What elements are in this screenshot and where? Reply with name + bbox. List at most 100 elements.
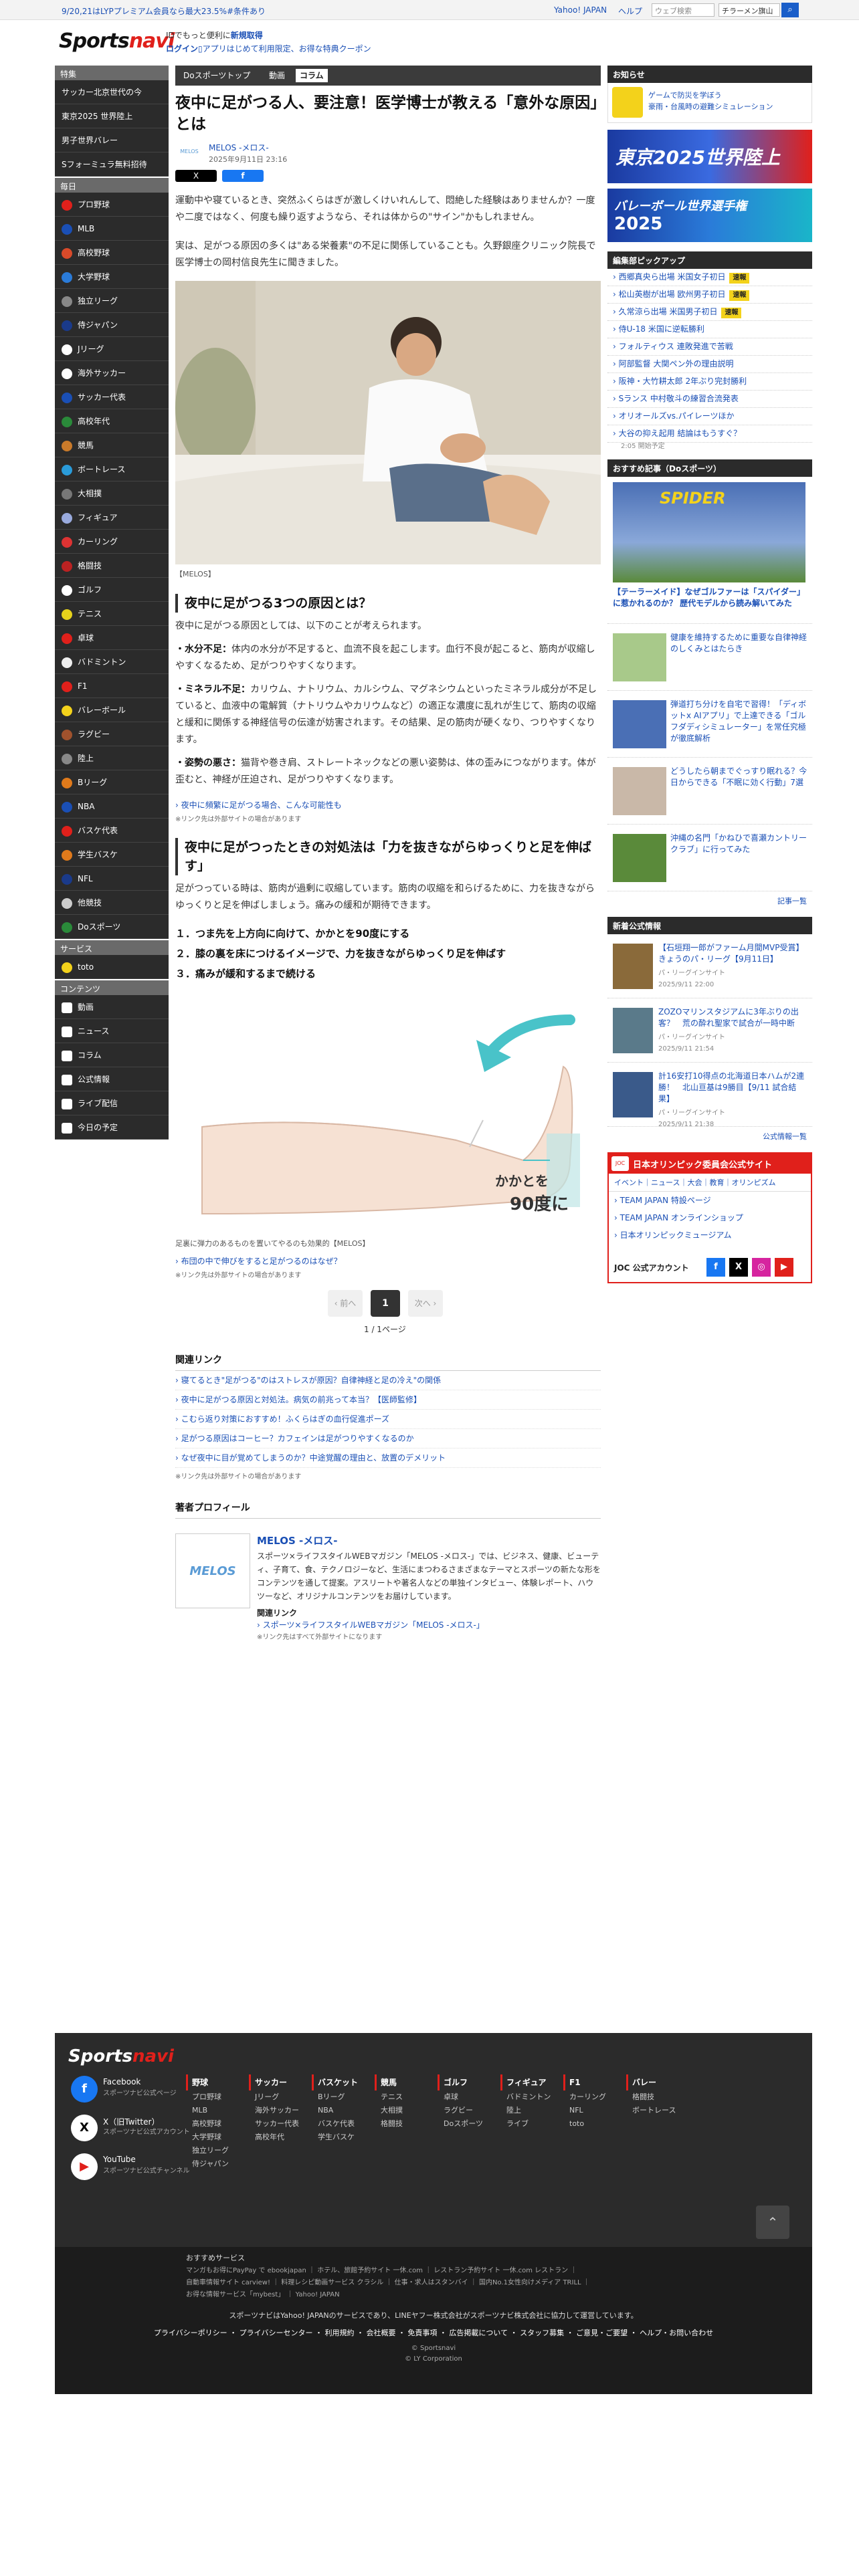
- recommend-item[interactable]: 沖縄の名門「かねひで喜瀬カントリークラブ」に行ってみた: [607, 825, 812, 891]
- pickup-item[interactable]: › フォルティウス 連敗発進で苦戦: [607, 338, 812, 356]
- web-search-input[interactable]: ウェブ検索: [652, 3, 714, 17]
- sidebar-item-sport[interactable]: 大学野球: [55, 265, 169, 289]
- tab-video[interactable]: 動画: [265, 69, 289, 82]
- sidebar-item-sport[interactable]: 独立リーグ: [55, 289, 169, 313]
- footer-nav-link[interactable]: NBA: [312, 2104, 372, 2117]
- sidebar-item-sport[interactable]: テニス: [55, 602, 169, 626]
- official-news-item[interactable]: 計16安打10得点の北海道日本ハムが2連勝！ 北山亘基は9勝目【9/11 試合結…: [607, 1063, 812, 1128]
- tab-column[interactable]: コラム: [296, 69, 328, 82]
- sidebar-item-sport[interactable]: MLB: [55, 217, 169, 241]
- footer-sns-x[interactable]: X X（旧Twitter） スポーツナビ公式アカウント: [71, 2115, 190, 2155]
- sidebar-item-sport[interactable]: Bリーグ: [55, 770, 169, 794]
- author-link[interactable]: MELOS -メロス-: [209, 142, 269, 153]
- footer-nav-link[interactable]: 独立リーグ: [186, 2144, 246, 2157]
- recommend-main[interactable]: SPIDER 【テーラーメイド】なぜゴルファーは「スパイダー」に惹かれるのか？ …: [607, 477, 812, 624]
- joc-tabs[interactable]: イベント｜ニュース｜大会｜教育｜オリンピズム: [609, 1174, 811, 1192]
- footer-nav-link[interactable]: 競馬: [375, 2074, 435, 2090]
- yahoo-japan-link[interactable]: Yahoo! JAPAN: [554, 5, 607, 15]
- pickup-item[interactable]: › Sランス 中村敬斗の練習合流発表: [607, 391, 812, 408]
- recommend-item[interactable]: どうしたら朝までぐっすり眠れる？今日からできる「不眠に効く行動」7選: [607, 758, 812, 825]
- rec-services-line[interactable]: 自動車情報サイト carview! ｜ 料理レシピ動画サービス クラシル ｜ 仕…: [186, 2276, 590, 2286]
- pager-prev[interactable]: ‹ 前へ: [328, 1290, 363, 1317]
- sidebar-item-sport[interactable]: バドミントン: [55, 650, 169, 674]
- footer-sns-facebook[interactable]: f Facebook スポーツナビ公式ページ: [71, 2076, 185, 2116]
- search-keyword-input[interactable]: チラーメン旗山: [719, 3, 780, 17]
- footer-nav-link[interactable]: 陸上: [500, 2104, 561, 2117]
- footer-nav-link[interactable]: 野球: [186, 2074, 246, 2090]
- sidebar-item-sport[interactable]: 高校野球: [55, 241, 169, 265]
- footer-nav-link[interactable]: ゴルフ: [438, 2074, 498, 2090]
- related-link[interactable]: › 足がつる原因はコーヒー？カフェインは足がつりやすくなるのか: [175, 1429, 601, 1448]
- sidebar-item-service[interactable]: toto: [55, 955, 169, 979]
- sidebar-item-feature[interactable]: 男子世界バレー: [55, 128, 169, 152]
- pickup-item[interactable]: › オリオールズvs.パイレーツほか: [607, 408, 812, 425]
- official-news-item[interactable]: ZOZOマリンスタジアムに3年ぶりの出客？ 荒の酔れ聖家で試合が一時中断 パ・リー…: [607, 998, 812, 1063]
- sidebar-item-content[interactable]: コラム: [55, 1043, 169, 1067]
- footer-nav-link[interactable]: Jリーグ: [249, 2090, 309, 2104]
- footer-nav-link[interactable]: 大学野球: [186, 2131, 246, 2144]
- sidebar-item-sport[interactable]: Jリーグ: [55, 337, 169, 361]
- joc-header[interactable]: JOC 日本オリンピック委員会公式サイト: [609, 1154, 811, 1174]
- footer-nav-link[interactable]: 格闘技: [375, 2117, 435, 2131]
- sidebar-item-sport[interactable]: 学生バスケ: [55, 843, 169, 867]
- sidebar-item-sport[interactable]: F1: [55, 674, 169, 698]
- pickup-item[interactable]: › 松山英樹が出場 欧州男子初日 速報: [607, 286, 812, 304]
- rec-services-line[interactable]: マンガもお得にPayPay で ebookjapan ｜ ホテル、旅館予約サイト…: [186, 2264, 577, 2274]
- profile-logo[interactable]: MELOS: [175, 1533, 250, 1608]
- sidebar-item-sport[interactable]: プロ野球: [55, 193, 169, 217]
- sportsnavi-logo[interactable]: Sportsnavi: [59, 29, 175, 53]
- ad-banner-world-athletics[interactable]: 東京2025世界陸上: [607, 130, 812, 183]
- footer-nav-link[interactable]: 学生バスケ: [312, 2131, 372, 2144]
- sidebar-item-feature[interactable]: サッカー北京世代の今: [55, 80, 169, 104]
- pickup-item[interactable]: › 侍U-18 米国に逆転勝利: [607, 321, 812, 338]
- sidebar-item-sport[interactable]: バレーボール: [55, 698, 169, 722]
- footer-nav-link[interactable]: プロ野球: [186, 2090, 246, 2104]
- login-link[interactable]: ログイン: [166, 43, 198, 54]
- footer-nav-link[interactable]: F1: [563, 2074, 624, 2090]
- footer-nav-link[interactable]: バスケ代表: [312, 2117, 372, 2131]
- footer-nav-link[interactable]: 高校野球: [186, 2117, 246, 2131]
- related-link[interactable]: › 寝てるとき"足がつる"のはストレスが原因？自律神経と足の冷え"の関係: [175, 1371, 601, 1390]
- ad-banner-volleyball[interactable]: バレーボール世界選手権 2025: [607, 189, 812, 242]
- sidebar-item-content[interactable]: ライブ配信: [55, 1091, 169, 1115]
- recommend-more-link[interactable]: 記事一覧: [607, 891, 812, 910]
- share-facebook-button[interactable]: f: [222, 170, 264, 182]
- sidebar-item-sport[interactable]: ボートレース: [55, 457, 169, 481]
- related-link-inline-1[interactable]: › 夜中に頻繁に足がつる場合、こんな可能性も: [175, 799, 601, 811]
- sidebar-item-sport[interactable]: 高校年代: [55, 409, 169, 433]
- footer-nav-link[interactable]: NFL: [563, 2104, 624, 2117]
- sidebar-item-sport[interactable]: NBA: [55, 794, 169, 819]
- related-link[interactable]: › こむら返り対策におすすめ！ふくらはぎの血行促進ポーズ: [175, 1410, 601, 1429]
- footer-nav-link[interactable]: 卓球: [438, 2090, 498, 2104]
- sidebar-item-sport[interactable]: 格闘技: [55, 554, 169, 578]
- sidebar-item-sport[interactable]: 他競技: [55, 891, 169, 915]
- footer-nav-link[interactable]: バスケット: [312, 2074, 372, 2090]
- footer-nav-link[interactable]: ボートレース: [626, 2104, 686, 2117]
- pickup-item[interactable]: › 阿部監督 大関ペン外の理由説明: [607, 356, 812, 373]
- help-link[interactable]: ヘルプ: [618, 5, 642, 17]
- sidebar-item-sport[interactable]: 大相撲: [55, 481, 169, 506]
- sidebar-item-content[interactable]: 今日の予定: [55, 1115, 169, 1140]
- pickup-item[interactable]: › 阪神・大竹耕太郎 2年ぶり完封勝利: [607, 373, 812, 391]
- sidebar-item-sport[interactable]: 海外サッカー: [55, 361, 169, 385]
- pickup-item[interactable]: › 久常涼ら出場 米国男子初日 速報: [607, 304, 812, 321]
- new-account-link[interactable]: 新規取得: [231, 31, 263, 40]
- instagram-icon[interactable]: ◎: [752, 1258, 771, 1277]
- joc-link[interactable]: › TEAM JAPAN オンラインショップ: [609, 1209, 811, 1226]
- footer-nav-link[interactable]: 海外サッカー: [249, 2104, 309, 2117]
- footer-nav-link[interactable]: ライブ: [500, 2117, 561, 2131]
- share-x-button[interactable]: X: [175, 170, 217, 182]
- page-top-button[interactable]: ⌃: [756, 2206, 789, 2239]
- pager-next[interactable]: 次へ ›: [408, 1290, 443, 1317]
- footer-links[interactable]: プライバシーポリシー ・ プライバシーセンター ・ 利用規約 ・ 会社概要 ・ …: [55, 2327, 812, 2338]
- sidebar-item-sport[interactable]: バスケ代表: [55, 819, 169, 843]
- sidebar-item-sport[interactable]: Doスポーツ: [55, 915, 169, 939]
- footer-nav-link[interactable]: ラグビー: [438, 2104, 498, 2117]
- profile-name[interactable]: MELOS -メロス-: [257, 1533, 337, 1547]
- footer-nav-link[interactable]: バドミントン: [500, 2090, 561, 2104]
- search-button[interactable]: ⌕: [781, 3, 799, 17]
- footer-nav-link[interactable]: 格闘技: [626, 2090, 686, 2104]
- author-avatar[interactable]: MELOS: [175, 142, 203, 162]
- footer-nav-link[interactable]: サッカー: [249, 2074, 309, 2090]
- sidebar-item-sport[interactable]: NFL: [55, 867, 169, 891]
